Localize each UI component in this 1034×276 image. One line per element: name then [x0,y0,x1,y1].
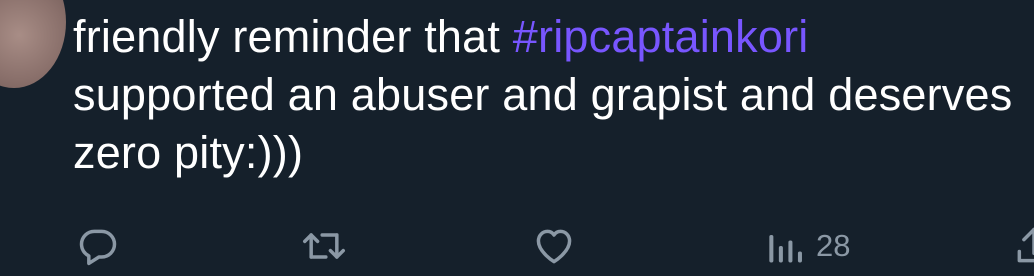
tweet-text-end: supported an abuser and grapist and dese… [73,69,1013,178]
views-button[interactable]: 28 [762,222,850,270]
retweet-icon [303,233,345,259]
views-count: 28 [816,228,851,263]
hashtag-link[interactable]: #ripcaptainkori [513,11,809,62]
share-icon [1017,227,1034,263]
avatar[interactable] [0,0,66,88]
share-button[interactable] [1012,222,1034,270]
like-icon [536,229,572,264]
tweet-text-start: friendly reminder that [73,11,513,62]
retweet-button[interactable] [300,222,348,270]
like-button[interactable] [531,222,577,270]
tweet-text: friendly reminder that #ripcaptainkori s… [73,8,1013,182]
tweet-actions-bar: 28 [0,222,1034,270]
reply-button[interactable] [76,222,120,270]
reply-icon [79,229,117,266]
views-icon [769,235,802,263]
